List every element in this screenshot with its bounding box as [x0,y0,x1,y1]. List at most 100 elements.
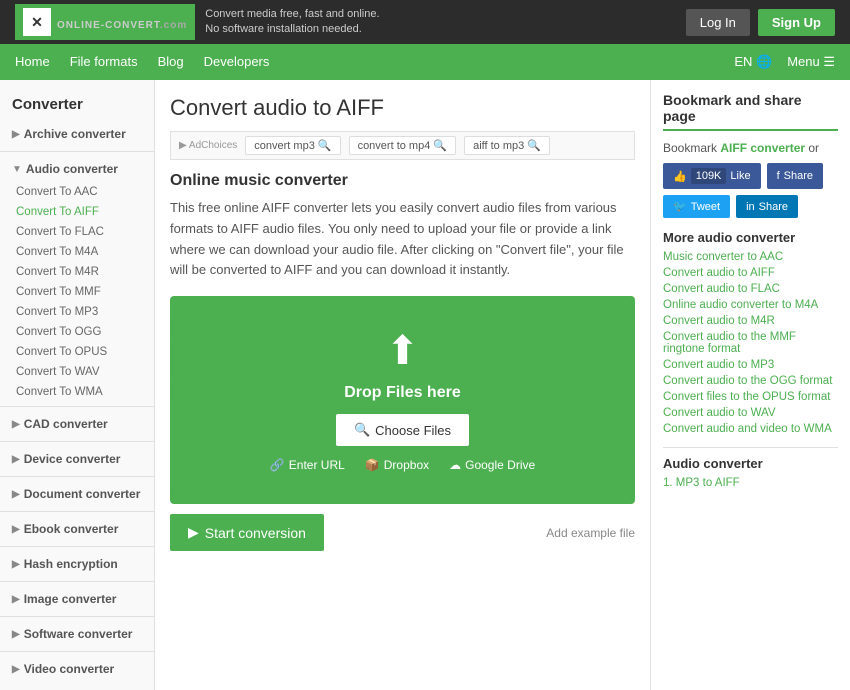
arrow-icon: ▶ [12,559,20,570]
sidebar-item-image[interactable]: ▶ Image converter [0,586,154,612]
arrow-icon: ▶ [12,454,20,465]
header: ✕ ONLINE-CONVERT.com Convert media free,… [0,0,850,44]
sidebar-audio-mmf[interactable]: Convert To MMF [0,282,154,302]
divider [0,151,154,152]
dropbox-link[interactable]: 📦 Dropbox [365,458,429,472]
tweet-button[interactable]: 🐦 Tweet [663,195,730,218]
ad-chip-mp3[interactable]: convert mp3 🔍 [245,136,340,155]
more-link-flac[interactable]: Convert audio to FLAC [663,283,838,295]
ad-chip-mp4[interactable]: convert to mp4 🔍 [349,136,457,155]
arrow-icon: ▼ [12,164,22,175]
more-link-wma[interactable]: Convert audio and video to WMA [663,423,838,435]
sidebar-audio-wma[interactable]: Convert To WMA [0,382,154,402]
sidebar-audio-wav[interactable]: Convert To WAV [0,362,154,382]
sidebar-item-document[interactable]: ▶ Document converter [0,481,154,507]
more-link-mp3[interactable]: Convert audio to MP3 [663,359,838,371]
sidebar-item-hash[interactable]: ▶ Hash encryption [0,551,154,577]
more-link-wav[interactable]: Convert audio to WAV [663,407,838,419]
sidebar-audio-opus[interactable]: Convert To OPUS [0,342,154,362]
linkedin-share-button[interactable]: in Share [736,195,798,218]
fb-share-button[interactable]: f Share [767,163,823,189]
login-button[interactable]: Log In [686,9,750,36]
sidebar-item-archive[interactable]: ▶ Archive converter [0,121,154,147]
sidebar-audio-aiff[interactable]: Convert To AIFF [0,202,154,222]
divider [0,651,154,652]
arrow-icon: ▶ [12,594,20,605]
nav-left: Home File formats Blog Developers [15,44,269,80]
bookmark-title: Bookmark and share page [663,92,838,131]
more-link-ogg[interactable]: Convert audio to the OGG format [663,375,838,387]
logo-box: ✕ ONLINE-CONVERT.com [15,4,195,40]
logo-text: ONLINE-CONVERT.com [57,12,187,33]
play-icon: ▶ [188,524,199,541]
like-button[interactable]: 👍 109K Like [663,163,761,189]
dropbox-icon: 📦 [365,458,380,472]
more-link-mmf[interactable]: Convert audio to the MMF ringtone format [663,331,838,355]
audio-conv-mp3-aiff[interactable]: 1. MP3 to AIFF [663,477,838,489]
ad-chip-aiff[interactable]: aiff to mp3 🔍 [464,136,550,155]
nav-lang[interactable]: EN 🌐 [734,54,772,70]
sidebar-audio-ogg[interactable]: Convert To OGG [0,322,154,342]
like-count: 109K [691,168,727,184]
like-label: Like [730,170,750,182]
main-content: Convert audio to AIFF ▶ AdChoices conver… [155,80,650,690]
right-sidebar: Bookmark and share page Bookmark AIFF co… [650,80,850,690]
nav-blog[interactable]: Blog [158,44,184,80]
logo-area: ✕ ONLINE-CONVERT.com Convert media free,… [15,4,380,40]
upload-links: 🔗 Enter URL 📦 Dropbox ☁ Google Drive [192,458,613,472]
more-link-opus[interactable]: Convert files to the OPUS format [663,391,838,403]
bookmark-link[interactable]: AIFF converter [720,141,805,155]
logo-com: .com [160,20,187,31]
choose-files-button[interactable]: 🔍 Choose Files [336,414,469,446]
sidebar-item-audio[interactable]: ▼ Audio converter [0,156,154,182]
nav-menu[interactable]: Menu ☰ [787,54,835,70]
more-link-aiff[interactable]: Convert audio to AIFF [663,267,838,279]
google-drive-link[interactable]: ☁ Google Drive [449,458,535,472]
sidebar-item-device[interactable]: ▶ Device converter [0,446,154,472]
logo-icon: ✕ [23,8,51,36]
add-example-link[interactable]: Add example file [546,526,635,540]
page-title: Convert audio to AIFF [170,95,635,121]
section-title: Online music converter [170,172,635,190]
twitter-icon: 🐦 [673,200,687,213]
more-link-m4r[interactable]: Convert audio to M4R [663,315,838,327]
sidebar-audio-flac[interactable]: Convert To FLAC [0,222,154,242]
divider [0,406,154,407]
sidebar-item-cad[interactable]: ▶ CAD converter [0,411,154,437]
arrow-icon: ▶ [12,664,20,675]
sidebar: Converter ▶ Archive converter ▼ Audio co… [0,80,155,690]
thumb-icon: 👍 [673,170,687,183]
social-buttons-row1: 👍 109K Like f Share [663,163,838,189]
header-buttons: Log In Sign Up [686,9,835,36]
nav-file-formats[interactable]: File formats [70,44,138,80]
sidebar-audio-mp3[interactable]: Convert To MP3 [0,302,154,322]
drive-icon: ☁ [449,458,461,472]
divider [0,441,154,442]
sidebar-item-ebook[interactable]: ▶ Ebook converter [0,516,154,542]
search-icon: 🔍 [354,422,370,438]
more-link-aac[interactable]: Music converter to AAC [663,251,838,263]
sidebar-title: Converter [0,88,154,121]
sidebar-item-software[interactable]: ▶ Software converter [0,621,154,647]
nav-developers[interactable]: Developers [204,44,270,80]
ad-tag: ▶ AdChoices [179,140,237,151]
sidebar-audio-aac[interactable]: Convert To AAC [0,182,154,202]
bottom-bar: ▶ Start conversion Add example file [170,514,635,551]
start-conversion-button[interactable]: ▶ Start conversion [170,514,324,551]
nav-home[interactable]: Home [15,44,50,80]
more-link-m4a[interactable]: Online audio converter to M4A [663,299,838,311]
sidebar-audio-m4a[interactable]: Convert To M4A [0,242,154,262]
nav-bar: Home File formats Blog Developers EN 🌐 M… [0,44,850,80]
divider [0,616,154,617]
section-desc: This free online AIFF converter lets you… [170,198,635,281]
upload-area[interactable]: ⬆ Drop Files here 🔍 Choose Files 🔗 Enter… [170,296,635,504]
arrow-icon: ▶ [12,129,20,140]
linkedin-icon: in [746,201,755,213]
sidebar-item-video[interactable]: ▶ Video converter [0,656,154,682]
signup-button[interactable]: Sign Up [758,9,835,36]
social-buttons-row2: 🐦 Tweet in Share [663,195,838,218]
sidebar-audio-m4r[interactable]: Convert To M4R [0,262,154,282]
audio-conv-title: Audio converter [663,447,838,471]
enter-url-link[interactable]: 🔗 Enter URL [270,458,345,472]
link-icon: 🔗 [270,458,285,472]
